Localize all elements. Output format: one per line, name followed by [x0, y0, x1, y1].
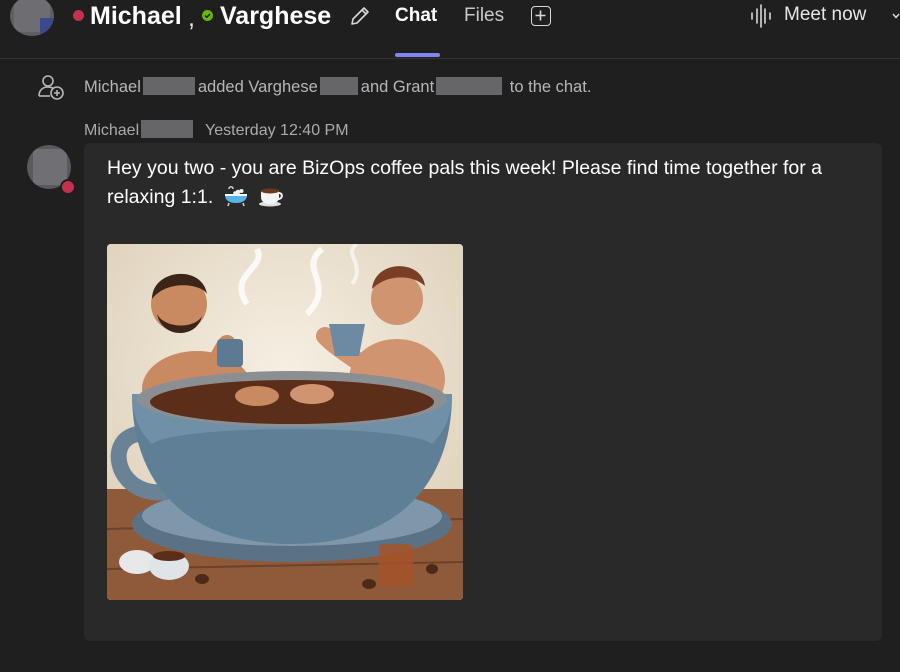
system-suffix: to the chat. [509, 78, 592, 96]
tab-chat[interactable]: Chat [395, 5, 437, 27]
coffee-bath-illustration [107, 244, 463, 600]
redacted-surname [142, 77, 195, 95]
participant-name-1[interactable]: Michael [90, 2, 182, 31]
coffee-cup-emoji [259, 188, 283, 207]
active-tab-indicator [395, 53, 440, 57]
available-status-icon [202, 10, 213, 21]
pencil-icon[interactable] [348, 4, 372, 28]
system-verb: added [197, 78, 244, 96]
name-separator: , [188, 4, 195, 32]
meet-now-button[interactable]: Meet now [784, 4, 866, 26]
actor-name[interactable]: Michael [84, 78, 141, 96]
plus-icon [535, 10, 546, 21]
chevron-down-icon[interactable] [892, 12, 900, 20]
add-tab-button[interactable] [531, 6, 551, 26]
redacted-surname [436, 77, 503, 95]
busy-status-icon [73, 10, 84, 21]
added-person-2[interactable]: Grant [393, 78, 434, 96]
system-message: Michael added Varghese and Grant to the ch… [84, 77, 591, 97]
message-body: Hey you two - you are BizOps coffee pals… [107, 154, 867, 212]
group-avatar[interactable] [10, 0, 54, 36]
busy-status-icon [60, 179, 76, 195]
sender-name[interactable]: Michael [84, 122, 139, 139]
added-person-1[interactable]: Varghese [248, 78, 317, 96]
bathtub-emoji [224, 186, 247, 207]
message-bubble[interactable]: Hey you two - you are BizOps coffee pals… [84, 143, 882, 641]
chat-header: Michael , Varghese Chat Files Meet now [0, 0, 900, 59]
redacted-surname [319, 77, 358, 95]
tab-files[interactable]: Files [464, 5, 504, 27]
message-text: Hey you two - you are BizOps coffee pals… [107, 157, 822, 208]
message-image[interactable] [107, 244, 463, 600]
person-add-icon [38, 75, 64, 100]
message-timestamp: Yesterday 12:40 PM [205, 122, 349, 139]
message-header: Michael Yesterday 12:40 PM [84, 120, 349, 140]
redacted-surname [141, 120, 194, 138]
system-conjunction: and [360, 78, 389, 96]
audio-wave-icon[interactable] [750, 4, 772, 28]
participant-name-2[interactable]: Varghese [220, 2, 331, 31]
